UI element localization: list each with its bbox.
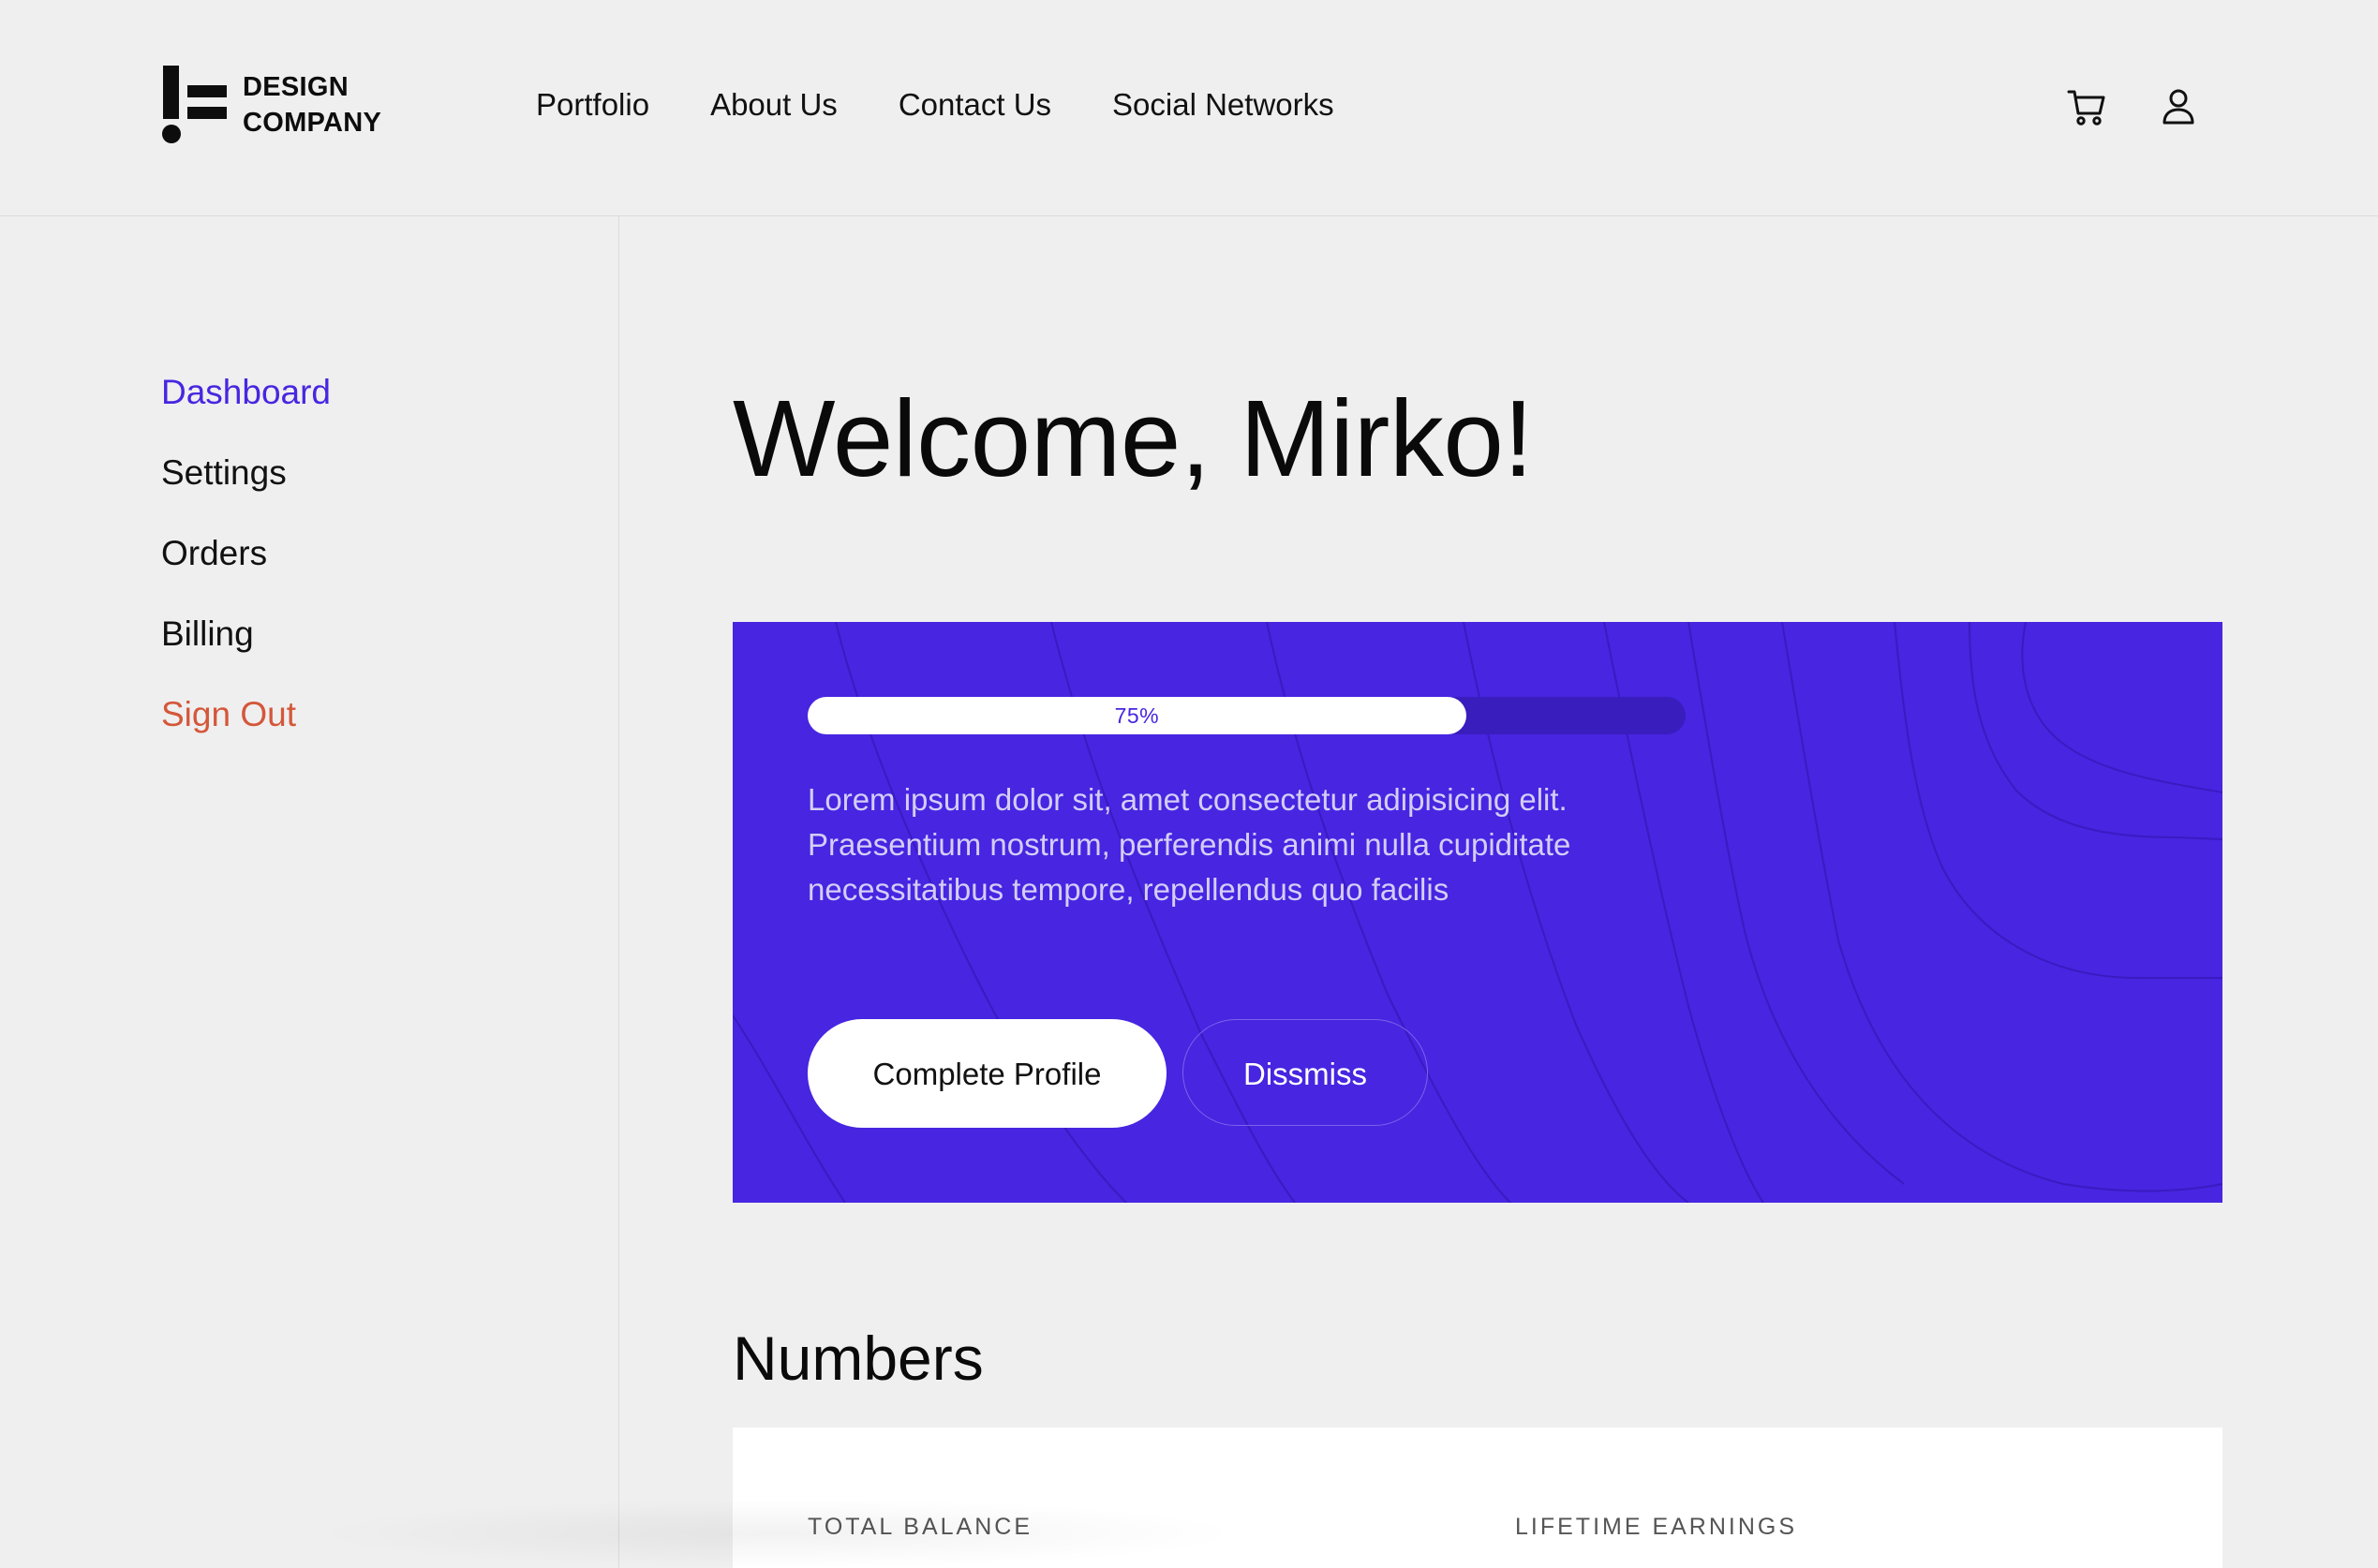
- numbers-heading: Numbers: [733, 1324, 984, 1393]
- sidebar-item-sign-out[interactable]: Sign Out: [161, 693, 331, 735]
- profile-progress-bar: 75%: [808, 697, 1686, 734]
- lifetime-earnings-label: LIFETIME EARNINGS: [1515, 1514, 1798, 1540]
- sidebar-item-orders[interactable]: Orders: [161, 532, 331, 574]
- topnav-item-portfolio[interactable]: Portfolio: [536, 82, 649, 127]
- sidebar-navigation: Dashboard Settings Orders Billing Sign O…: [161, 371, 331, 774]
- complete-profile-button[interactable]: Complete Profile: [808, 1019, 1167, 1128]
- sidebar-item-dashboard[interactable]: Dashboard: [161, 371, 331, 413]
- total-balance-label: TOTAL BALANCE: [808, 1514, 1033, 1540]
- top-header: DESIGN COMPANY Portfolio About Us Contac…: [0, 0, 2378, 216]
- welcome-heading: Welcome, Mirko!: [733, 377, 1534, 499]
- sidebar: Dashboard Settings Orders Billing Sign O…: [0, 216, 619, 1568]
- topnav-item-contact-us[interactable]: Contact Us: [899, 82, 1051, 127]
- progress-percent-label: 75%: [1114, 703, 1160, 728]
- brand-name-line1: DESIGN: [243, 72, 349, 102]
- banner-description: Lorem ipsum dolor sit, amet consectetur …: [808, 782, 1571, 907]
- exclamation-equals-logo-icon: [162, 66, 227, 143]
- user-icon[interactable]: [2158, 86, 2199, 127]
- topnav-item-about-us[interactable]: About Us: [710, 82, 838, 127]
- brand-logo[interactable]: DESIGN COMPANY: [161, 66, 395, 150]
- shopping-cart-icon[interactable]: [2066, 86, 2107, 127]
- brand-name-line2: COMPANY: [243, 108, 382, 138]
- numbers-card: TOTAL BALANCE LIFETIME EARNINGS: [733, 1427, 2222, 1568]
- top-navigation: Portfolio About Us Contact Us Social Net…: [536, 82, 1395, 127]
- topnav-item-social-networks[interactable]: Social Networks: [1112, 82, 1334, 127]
- sidebar-item-billing[interactable]: Billing: [161, 613, 331, 655]
- dismiss-button[interactable]: Dissmiss: [1182, 1019, 1428, 1126]
- brand-name: DESIGN COMPANY: [243, 69, 381, 141]
- sidebar-item-settings[interactable]: Settings: [161, 451, 331, 494]
- profile-completion-banner: 75% Lorem ipsum dolor sit, amet consecte…: [733, 622, 2222, 1203]
